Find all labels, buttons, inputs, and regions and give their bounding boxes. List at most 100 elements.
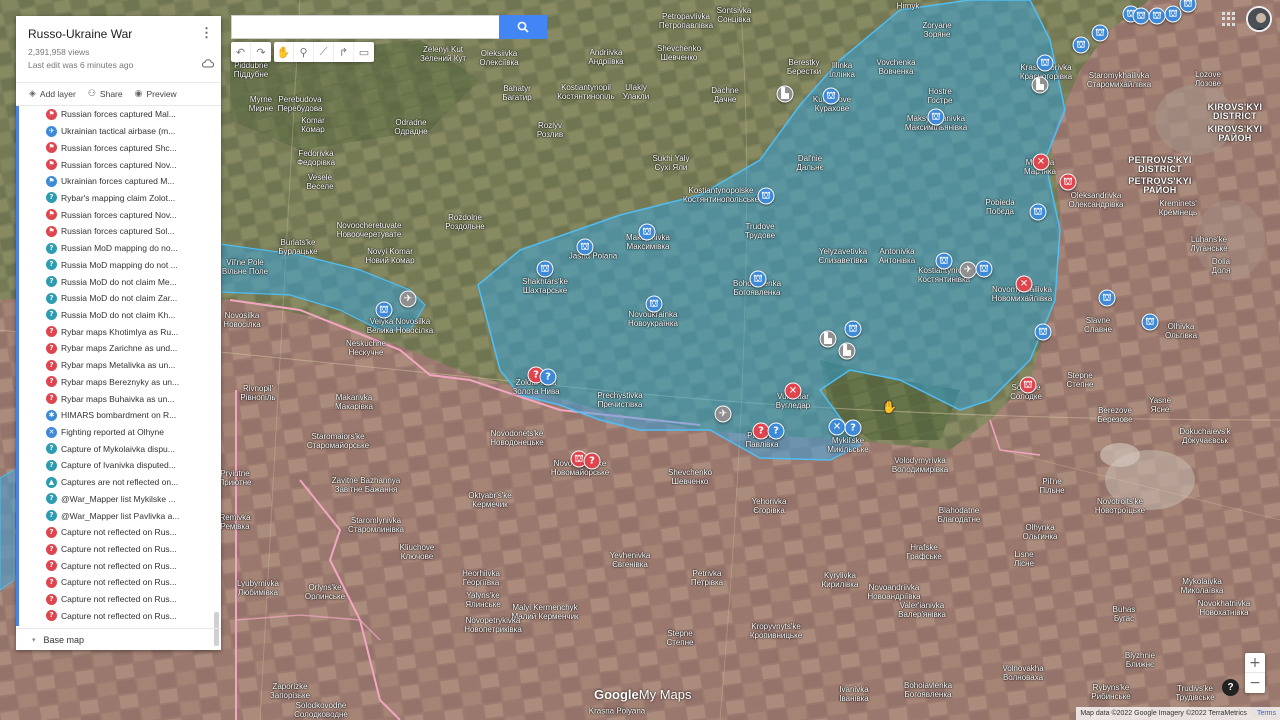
layer-item[interactable]: ? Capture not reflected on Rus... (19, 541, 221, 558)
terms-link[interactable]: Terms (1257, 710, 1276, 717)
map-marker-flag-blue[interactable]: ⛫ (1034, 323, 1052, 341)
help-button[interactable]: ? (1222, 679, 1239, 696)
map-marker-flag-blue[interactable]: ⛫ (1132, 7, 1150, 25)
layer-item[interactable]: ✕ Fighting reported at Olhyne (19, 424, 221, 441)
map-marker-factory[interactable]: ▙ (1031, 76, 1049, 94)
add-marker-icon[interactable]: ⚲ (294, 42, 314, 62)
map-marker-flag-blue[interactable]: ⛫ (576, 238, 594, 256)
map-marker-flag-blue[interactable]: ⛫ (822, 87, 840, 105)
layer-item[interactable]: ? Rybar maps Bereznyky as un... (19, 374, 221, 391)
layer-item[interactable]: ? Russia MoD do not claim Kh... (19, 307, 221, 324)
layer-item[interactable]: ? @War_Mapper list Mykilske ... (19, 491, 221, 508)
map-marker-flag-red[interactable]: ⛫ (1059, 173, 1077, 191)
draw-line-icon[interactable]: ⟋ (314, 42, 334, 62)
map-marker-factory[interactable]: ▙ (838, 342, 856, 360)
question-icon: ? (46, 276, 57, 288)
map-marker-fighting-blue[interactable]: ✕ (828, 418, 846, 436)
layer-item[interactable]: ✈ Ukrainian tactical airbase (m... (19, 123, 221, 140)
directions-icon[interactable]: ↱ (334, 42, 354, 62)
layer-item[interactable]: ? Capture not reflected on Rus... (19, 608, 221, 625)
map-marker-flag-blue[interactable]: ⛫ (1098, 289, 1116, 307)
question-icon: ? (46, 560, 57, 572)
avatar[interactable] (1246, 6, 1272, 32)
map-marker-flag-blue[interactable]: ⛫ (1148, 7, 1166, 25)
layer-item[interactable]: ⚑ Russian forces captured Sol... (19, 223, 221, 240)
layer-item[interactable]: ? Capture not reflected on Rus... (19, 574, 221, 591)
layer-item[interactable]: ⚑ Russian forces captured Nov... (19, 156, 221, 173)
map-marker-flag-blue[interactable]: ⛫ (1029, 203, 1047, 221)
map-marker-flag-blue[interactable]: ⛫ (844, 320, 862, 338)
base-map-toggle[interactable]: ▾ Base map (16, 628, 221, 650)
question-icon: ? (46, 526, 57, 538)
layer-item[interactable]: ⚑ Russian forces captured Mal... (19, 106, 221, 123)
layer-item[interactable]: ? Rybar's mapping claim Zolot... (19, 190, 221, 207)
layer-item[interactable]: ? Rybar maps Khotimlya as Ru... (19, 323, 221, 340)
layer-item[interactable]: ? Rybar maps Metalivka as un... (19, 357, 221, 374)
map-marker-flag-blue[interactable]: ⛫ (757, 187, 775, 205)
map-marker-airbase[interactable]: ✈ (399, 290, 417, 308)
zoom-in-button[interactable]: + (1245, 653, 1265, 673)
measure-ruler-icon[interactable]: ▭ (354, 42, 374, 62)
map-marker-flag-blue[interactable]: ⛫ (1036, 54, 1054, 72)
layer-item[interactable]: ✱ HIMARS bombardment on R... (19, 407, 221, 424)
layer-item[interactable]: ? Russia MoD do not claim Zar... (19, 290, 221, 307)
pan-hand-icon[interactable]: ✋ (274, 42, 294, 62)
layer-item[interactable]: ? Capture of Ivanivka disputed... (19, 457, 221, 474)
map-marker-flag-blue[interactable]: ⛫ (375, 301, 393, 319)
map-marker-question-blue[interactable]: ? (767, 422, 785, 440)
layer-item[interactable]: ? Russian MoD mapping do no... (19, 240, 221, 257)
layer-item[interactable]: ? Russia MoD do not claim Me... (19, 273, 221, 290)
layer-item-label: Ukrainian tactical airbase (m... (61, 126, 176, 137)
search-button[interactable] (499, 15, 547, 39)
apps-grid-icon[interactable] (1222, 12, 1236, 26)
map-marker-question-blue[interactable]: ? (539, 368, 557, 386)
undo-icon[interactable]: ↶ (231, 42, 251, 62)
layer-item-label: Capture not reflected on Rus... (61, 560, 177, 571)
layer-item-label: Capture of Ivanivka disputed... (61, 460, 176, 471)
map-marker-flag-blue[interactable]: ⛫ (975, 260, 993, 278)
layer-item[interactable]: ? Rybar maps Buhaivka as un... (19, 390, 221, 407)
map-marker-question-blue[interactable]: ? (844, 419, 862, 437)
preview-button[interactable]: ◉ Preview (135, 89, 177, 99)
zoom-control: + − (1245, 653, 1265, 693)
map-marker-fighting-red[interactable]: ✕ (784, 382, 802, 400)
map-marker-flag-blue[interactable]: ⛫ (638, 223, 656, 241)
map-marker-factory[interactable]: ▙ (819, 330, 837, 348)
layer-item-label: Capture not reflected on Rus... (61, 577, 177, 588)
layer-item[interactable]: ? Capture not reflected on Rus... (19, 591, 221, 608)
map-marker-flag-blue[interactable]: ⛫ (536, 260, 554, 278)
map-marker-flag-blue[interactable]: ⛫ (1091, 24, 1109, 42)
map-marker-airbase[interactable]: ✈ (959, 261, 977, 279)
map-marker-factory[interactable]: ▙ (776, 85, 794, 103)
map-marker-question-red[interactable]: ? (583, 452, 601, 470)
map-title[interactable]: Russo-Ukraine War (28, 27, 209, 41)
layer-item[interactable]: ⚑ Ukrainian forces captured M... (19, 173, 221, 190)
add-layer-button[interactable]: ◈ Add layer (29, 89, 76, 99)
layer-item[interactable]: ⚑ Russian forces captured Shc... (19, 139, 221, 156)
map-marker-flag-blue[interactable]: ⛫ (1141, 313, 1159, 331)
redo-icon[interactable]: ↷ (251, 42, 271, 62)
share-button[interactable]: ⚇ Share (88, 89, 123, 99)
layer-item[interactable]: ? @War_Mapper list Pavlivka a... (19, 507, 221, 524)
map-marker-fighting-red[interactable]: ✕ (1015, 275, 1033, 293)
map-marker-flag-blue[interactable]: ⛫ (1164, 5, 1182, 23)
layer-item[interactable]: ? Capture of Mykolaivka dispu... (19, 440, 221, 457)
more-options-icon[interactable]: ⋮ (200, 26, 213, 39)
layer-item[interactable]: ? Rybar maps Zarichne as und... (19, 340, 221, 357)
layer-item[interactable]: ? Capture not reflected on Rus... (19, 557, 221, 574)
map-marker-flag-blue[interactable]: ⛫ (645, 295, 663, 313)
map-marker-fighting-red[interactable]: ✕ (1032, 153, 1050, 171)
map-marker-flag-blue[interactable]: ⛫ (927, 108, 945, 126)
map-marker-airbase[interactable]: ✈ (714, 405, 732, 423)
map-marker-flag-blue[interactable]: ⛫ (1072, 36, 1090, 54)
layer-item[interactable]: ? Russia MoD mapping do not ... (19, 256, 221, 273)
search-input[interactable] (231, 15, 499, 39)
map-marker-flag-blue[interactable]: ⛫ (935, 252, 953, 270)
layer-item[interactable]: ▲ Captures are not reflected on... (19, 474, 221, 491)
map-marker-flag-blue[interactable]: ⛫ (749, 270, 767, 288)
zoom-out-button[interactable]: − (1245, 673, 1265, 693)
layer-item[interactable]: ⚑ Russian forces captured Nov... (19, 206, 221, 223)
layer-item[interactable]: ? Capture not reflected on Rus... (19, 524, 221, 541)
map-marker-flag-red[interactable]: ⛫ (1019, 376, 1037, 394)
question-icon: ? (46, 510, 57, 522)
